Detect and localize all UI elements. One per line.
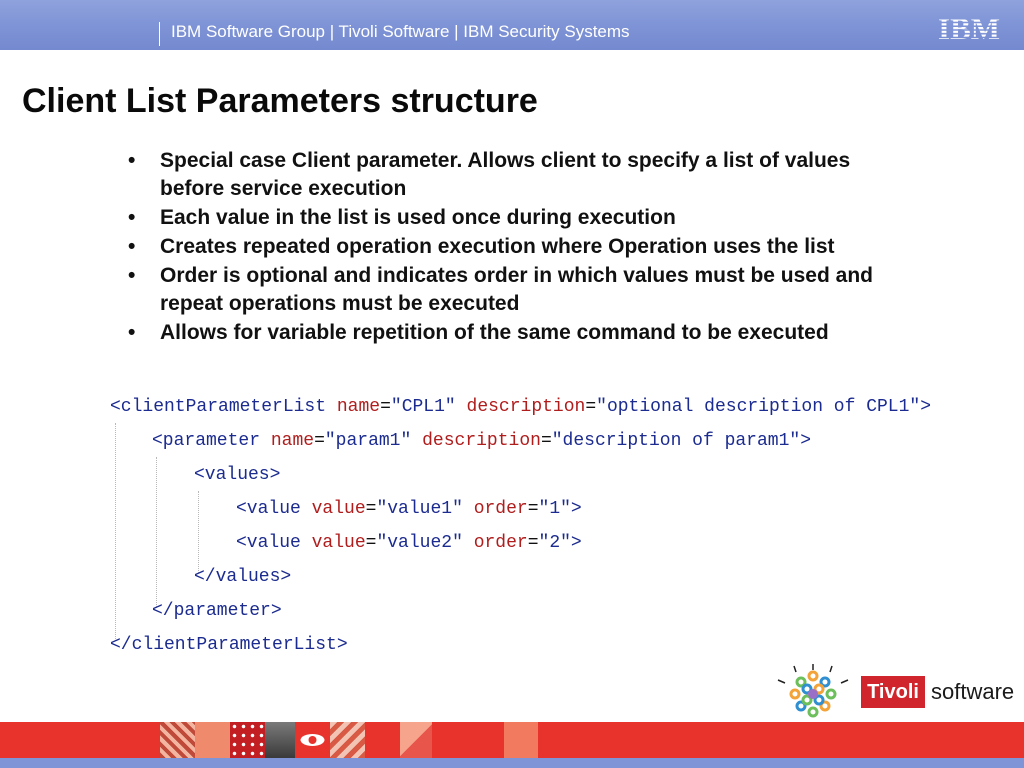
footer-photo-tile: [230, 722, 265, 758]
code-token-eq: =: [380, 397, 391, 417]
code-token-eq: =: [585, 397, 597, 417]
code-token-tag: >: [800, 431, 812, 451]
footer-photo-tile: [330, 722, 365, 758]
bullet-text: Order is optional and indicates order in…: [160, 264, 873, 315]
code-line: <values>: [194, 461, 280, 489]
code-token-val: "param1": [324, 431, 412, 451]
bullet-item: • Creates repeated operation execution wh…: [128, 233, 1024, 261]
code-token-attr: name: [270, 431, 315, 451]
code-token-val: "value2": [376, 533, 463, 553]
footer-bar: [0, 758, 1024, 768]
code-token-eq: =: [540, 431, 552, 451]
code-line: </values>: [194, 563, 291, 591]
code-line: <value value="value2" order="2">: [236, 529, 582, 557]
code-token-val: "1": [538, 499, 571, 519]
bullet-item: • Order is optional and indicates order i…: [128, 262, 1024, 318]
bullet-dot: •: [128, 321, 136, 344]
footer-color-tile: [504, 722, 538, 758]
code-line: </clientParameterList>: [110, 631, 348, 659]
code-token-tag: <clientParameterList: [110, 397, 327, 417]
footer-color-tile: [195, 722, 230, 758]
xml-code-sample: <clientParameterList name="CPL1" descrip…: [110, 393, 931, 663]
code-token-tag: >: [920, 397, 932, 417]
code-token-tag: </values>: [194, 567, 292, 587]
bullet-item: • Special case Client parameter. Allows c…: [128, 147, 1024, 203]
bullet-dot: •: [128, 149, 136, 172]
bullet-text: Each value in the list is used once duri…: [160, 206, 676, 229]
code-token-eq: =: [365, 533, 377, 553]
code-token-sp: [456, 397, 467, 417]
eye-icon: [300, 734, 325, 746]
tivoli-badge: Tivoli: [861, 676, 925, 708]
code-token-sp: [260, 431, 271, 451]
code-token-val: "2": [538, 533, 571, 553]
code-token-tag: </clientParameterList>: [110, 635, 348, 655]
footer-eye-tile: [295, 722, 330, 758]
bullet-dot: •: [128, 235, 136, 258]
code-token-val: "value1": [376, 499, 463, 519]
code-token-attr: description: [422, 431, 541, 451]
bullet-dot: •: [128, 264, 136, 287]
code-token-tag: <values>: [194, 465, 281, 485]
code-token-tag: </parameter>: [152, 601, 282, 621]
footer-photo-tile: [160, 722, 195, 758]
ibm-logo-text: IBM: [938, 12, 1000, 42]
code-token-eq: =: [527, 533, 539, 553]
code-token-sp: [411, 431, 422, 451]
code-token-tag: <value: [236, 499, 301, 519]
bullet-item: • Each value in the list is used once dur…: [128, 204, 1024, 232]
code-token-sp: [326, 397, 337, 417]
bullet-text: Special case Client parameter. Allows cl…: [160, 149, 851, 200]
code-token-attr: name: [336, 397, 381, 417]
code-token-sp: [301, 499, 312, 519]
code-token-tag: >: [570, 533, 582, 553]
code-token-attr: value: [311, 533, 366, 553]
header-divider: [159, 22, 160, 46]
code-token-tag: >: [570, 499, 582, 519]
bullet-list: • Special case Client parameter. Allows c…: [128, 147, 1024, 348]
code-token-eq: =: [527, 499, 539, 519]
indent-guide: [156, 457, 157, 607]
code-token-sp: [463, 533, 474, 553]
indent-guide: [115, 423, 116, 641]
code-token-sp: [301, 533, 312, 553]
slide-title: Client List Parameters structure: [22, 82, 538, 120]
indent-guide: [198, 491, 199, 573]
code-token-eq: =: [365, 499, 377, 519]
code-token-val: "CPL1": [390, 397, 456, 417]
code-line: <parameter name="param1" description="de…: [152, 427, 811, 455]
code-token-eq: =: [314, 431, 325, 451]
bullet-text: Allows for variable repetition of the sa…: [160, 321, 829, 344]
bullet-dot: •: [128, 206, 136, 229]
footer-photo-tile: [265, 722, 295, 758]
code-token-tag: <parameter: [152, 431, 261, 451]
code-token-sp: [463, 499, 474, 519]
code-token-val: "description of param1": [551, 431, 801, 451]
tivoli-starburst-icon: [777, 664, 849, 718]
code-token-attr: value: [311, 499, 366, 519]
code-line: <clientParameterList name="CPL1" descrip…: [110, 393, 931, 421]
code-token-attr: order: [473, 533, 528, 553]
header-title: IBM Software Group | Tivoli Software | I…: [171, 22, 630, 41]
bullet-text: Creates repeated operation execution whe…: [160, 235, 835, 258]
ibm-logo-icon: IBM: [938, 12, 1000, 42]
bullet-item: • Allows for variable repetition of the s…: [128, 319, 1024, 347]
footer-color-tile: [400, 722, 432, 758]
header-bar: IBM Software Group | Tivoli Software | I…: [0, 0, 1024, 50]
code-token-attr: order: [473, 499, 528, 519]
code-token-attr: description: [466, 397, 586, 417]
tivoli-software-word: software: [931, 679, 1015, 704]
code-line: <value value="value1" order="1">: [236, 495, 582, 523]
code-token-tag: <value: [236, 533, 301, 553]
code-line: </parameter>: [152, 597, 282, 625]
code-token-val: "optional description of CPL1": [596, 397, 921, 417]
